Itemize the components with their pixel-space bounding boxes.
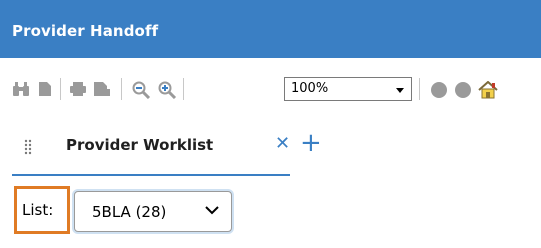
list-bar: List: 5BLA (28) — [0, 176, 541, 248]
zoom-out-icon[interactable] — [131, 81, 151, 99]
toolbar-separator — [183, 78, 184, 100]
toolbar-separator — [419, 78, 420, 100]
toolbar-separator — [121, 78, 122, 100]
zoom-in-icon[interactable] — [157, 81, 177, 99]
tab-bar: Provider Worklist ✕ + — [0, 120, 541, 176]
list-label: List: — [14, 186, 70, 234]
drag-handle-icon[interactable] — [24, 139, 32, 155]
print-icon[interactable] — [69, 81, 87, 97]
tab-provider-worklist[interactable]: Provider Worklist ✕ — [12, 120, 290, 176]
add-tab-button[interactable]: + — [300, 130, 322, 156]
list-select-value: 5BLA (28) — [92, 203, 167, 221]
list-select[interactable]: 5BLA (28) — [74, 191, 232, 232]
toolbar-separator — [60, 78, 61, 100]
zoom-level-select[interactable]: 100% — [284, 77, 412, 101]
document-icon[interactable] — [38, 81, 52, 97]
circle-icon[interactable] — [454, 81, 472, 99]
zoom-level-value: 100% — [291, 81, 329, 96]
home-icon[interactable] — [478, 81, 498, 99]
window-titlebar: Provider Handoff — [0, 0, 541, 58]
circle-icon[interactable] — [430, 81, 448, 99]
window-title: Provider Handoff — [12, 22, 159, 40]
print-preview-icon[interactable] — [93, 81, 111, 97]
chevron-down-icon — [396, 88, 404, 93]
chevron-down-icon — [205, 206, 219, 215]
toolbar: 100% — [0, 58, 541, 120]
tab-label: Provider Worklist — [66, 136, 214, 154]
close-icon[interactable]: ✕ — [275, 135, 290, 153]
binoculars-icon[interactable] — [12, 81, 30, 97]
